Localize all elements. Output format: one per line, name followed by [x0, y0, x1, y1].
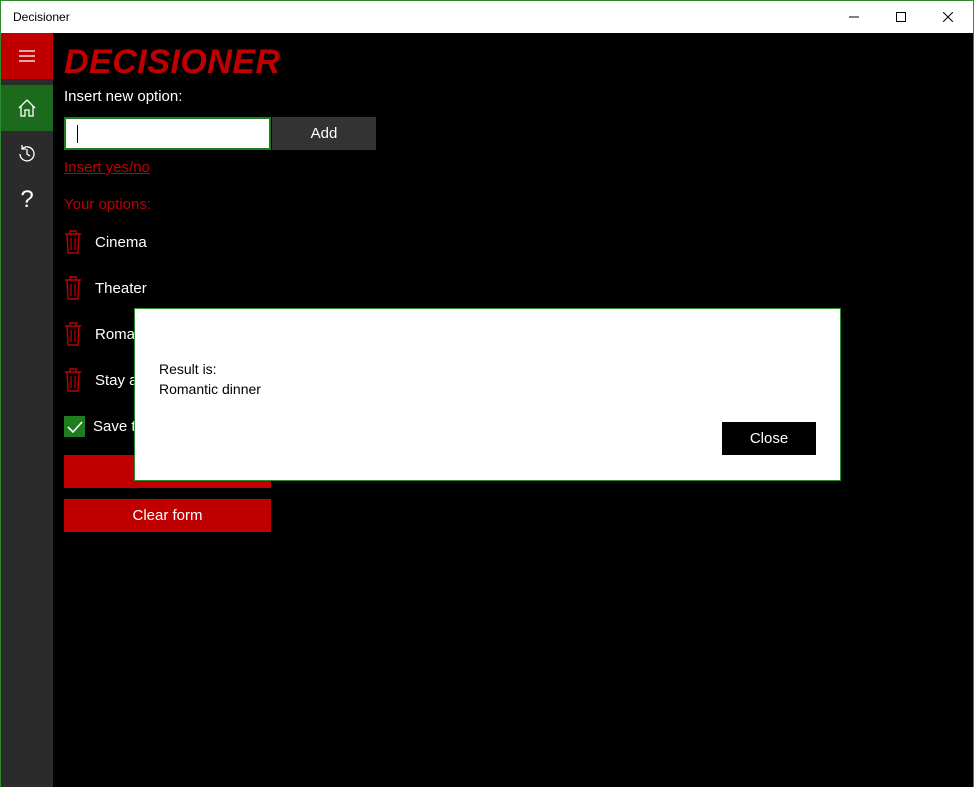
sidebar-item-history[interactable] [1, 131, 53, 177]
checkmark-icon [66, 420, 83, 433]
option-label: Stay a [95, 371, 138, 389]
home-icon [18, 99, 36, 117]
result-value: Romantic dinner [159, 381, 261, 397]
close-window-button[interactable] [925, 1, 971, 33]
app-logo: DECISIONER [64, 43, 281, 81]
trash-icon[interactable] [64, 230, 82, 254]
result-heading: Result is: [159, 361, 217, 377]
option-item: Theater [64, 274, 147, 302]
help-icon: ? [20, 186, 34, 213]
option-item: Cinema [64, 228, 147, 256]
option-label: Roma [95, 325, 136, 343]
title-bar: Decisioner [1, 1, 973, 33]
add-button[interactable]: Add [272, 117, 376, 150]
sidebar: ? [1, 33, 53, 787]
close-dialog-button[interactable]: Close [722, 422, 816, 455]
save-label: Save t [93, 418, 136, 435]
history-icon [19, 145, 35, 162]
maximize-icon [896, 12, 906, 22]
insert-yes-no-link[interactable]: Insert yes/no [64, 159, 150, 176]
trash-icon[interactable] [64, 276, 82, 300]
sidebar-item-home[interactable] [1, 85, 53, 131]
option-item: Stay a [64, 366, 138, 394]
sidebar-item-help[interactable]: ? [1, 177, 53, 223]
save-checkbox[interactable] [64, 416, 85, 437]
app-window: Decisioner ? DECISIONER Insert new optio… [0, 0, 974, 787]
sidebar-item-menu[interactable] [1, 33, 53, 79]
hamburger-icon [19, 50, 35, 62]
result-message: Result is: Romantic dinner [159, 359, 261, 399]
insert-option-label: Insert new option: [64, 88, 183, 105]
trash-icon[interactable] [64, 368, 82, 392]
close-icon [943, 12, 953, 22]
clear-form-button[interactable]: Clear form [64, 499, 271, 532]
trash-icon[interactable] [64, 322, 82, 346]
save-checkbox-row[interactable]: Save t [64, 416, 136, 437]
window-title: Decisioner [13, 10, 70, 24]
text-caret [77, 125, 78, 143]
option-label: Cinema [95, 233, 147, 251]
maximize-button[interactable] [878, 1, 924, 33]
option-label: Theater [95, 279, 147, 297]
your-options-label: Your options: [64, 196, 152, 213]
result-dialog: Result is: Romantic dinner Close [134, 308, 841, 481]
option-item: Roma [64, 320, 135, 348]
minimize-icon [849, 16, 859, 18]
minimize-button[interactable] [831, 1, 877, 33]
new-option-input[interactable] [64, 117, 271, 150]
